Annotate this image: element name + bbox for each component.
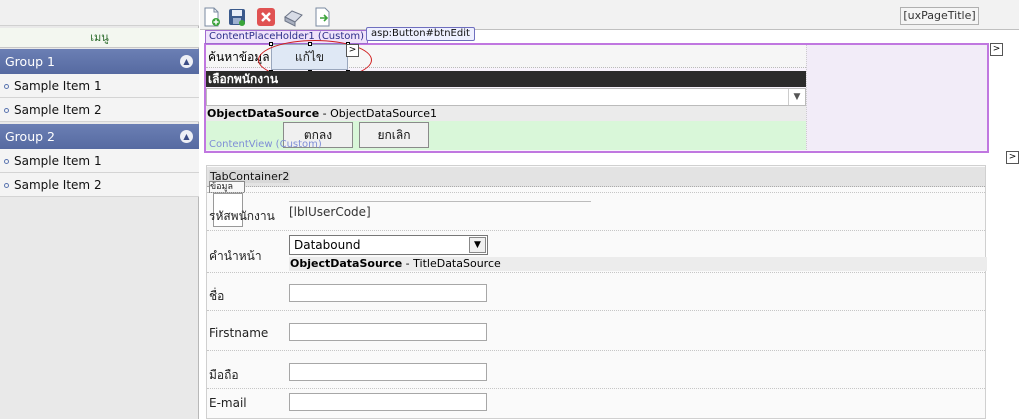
resize-handle[interactable] [308,42,312,46]
sidebar-item[interactable]: Sample Item 1 [0,74,199,98]
page-title-placeholder: [uxPageTitle] [900,7,979,25]
resize-handle[interactable] [269,42,273,46]
row-separator [207,310,985,311]
bullet-icon [4,183,9,188]
delete-icon[interactable] [255,6,277,28]
email-input[interactable] [289,393,487,411]
sidebar-group-label: Group 2 [5,129,55,144]
export-icon[interactable] [312,6,334,28]
sidebar-item-label: Sample Item 1 [14,154,102,168]
firstname-input[interactable] [289,323,487,341]
sidebar-item-label: Sample Item 2 [14,103,102,117]
object-data-source-1[interactable]: ObjectDataSource - ObjectDataSource1 [206,106,806,121]
sidebar-item-label: Sample Item 1 [14,79,102,93]
new-document-icon[interactable] [201,6,223,28]
bullet-icon [4,84,9,89]
smart-tag-arrow-icon[interactable]: > [346,44,359,57]
mobile-input[interactable] [289,363,487,381]
email-label: E-mail [209,396,247,410]
user-code-value: [lblUserCode] [289,205,371,219]
select-employee-dropdown[interactable] [206,88,806,106]
name-label: ชื่อ [209,289,225,303]
title-label: คำนำหน้า [209,249,262,263]
chevron-down-icon[interactable]: ▼ [788,89,805,105]
sidebar-item[interactable]: Sample Item 2 [0,98,199,122]
select-employee-header: เลือกพนักงาน [206,71,806,87]
ods-id-label: - TitleDataSource [402,257,501,270]
ods-id-label: - ObjectDataSource1 [319,107,438,120]
smart-tag-arrow-icon[interactable]: > [1006,151,1019,164]
smart-tag-arrow-icon[interactable]: > [990,43,1003,56]
row-separator [207,192,985,193]
ods-type-label: ObjectDataSource [207,107,320,120]
collapse-chevron-icon[interactable]: ▲ [180,130,193,143]
sidebar-top-strip [0,0,199,26]
firstname-label: Firstname [209,326,269,340]
collapse-chevron-icon[interactable]: ▲ [180,55,193,68]
sidebar-menu-title: เมนู [0,28,199,48]
sidebar-group-label: Group 1 [5,54,55,69]
content-view-label: ContentView (Custom) [209,139,322,150]
row-separator [207,350,985,351]
bullet-icon [4,108,9,113]
chevron-down-icon[interactable]: ▼ [469,237,486,253]
ods-type-label: ObjectDataSource [290,257,403,270]
row-separator [207,388,985,389]
user-code-label: รหัสพนักงาน [209,209,275,223]
sidebar-group-2-header[interactable]: Group 2 ▲ [0,124,199,149]
bullet-icon [4,159,9,164]
sidebar-item[interactable]: Sample Item 2 [0,173,199,197]
row-separator [207,230,985,231]
mobile-label: มือถือ [209,368,239,382]
placeholder-right-cell [806,45,987,150]
user-code-underline [289,201,591,202]
cancel-button[interactable]: ยกเลิก [359,122,429,148]
sidebar-group-1-header[interactable]: Group 1 ▲ [0,49,199,74]
name-input[interactable] [289,284,487,302]
row-separator [207,272,985,273]
title-select[interactable]: Databound [289,235,488,255]
print-icon[interactable] [282,6,304,28]
tab-container[interactable] [207,167,985,187]
object-data-source-2[interactable]: ObjectDataSource - TitleDataSource [289,257,987,271]
sidebar-item[interactable]: Sample Item 1 [0,149,199,173]
selected-control-tag: asp:Button#btnEdit [366,27,475,41]
save-icon[interactable] [226,6,248,28]
sidebar-item-label: Sample Item 2 [14,178,102,192]
